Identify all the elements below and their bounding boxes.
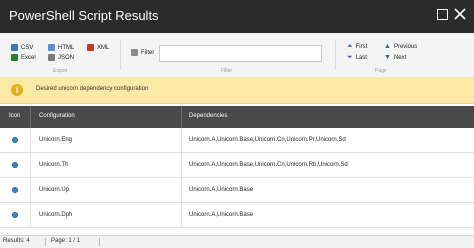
row-divider xyxy=(30,153,31,177)
column-divider[interactable] xyxy=(30,106,31,128)
row-status-icon xyxy=(12,187,18,193)
csv-icon xyxy=(11,44,18,51)
export-group-label: Export xyxy=(53,68,68,74)
export-xml-button[interactable]: XML xyxy=(87,43,109,52)
ribbon-divider xyxy=(120,40,121,70)
table-row[interactable]: Unicorn.Dph Unicorn.A,Unicorn.Base xyxy=(0,203,474,228)
grid-header: Icon Configuration Dependencies xyxy=(0,106,474,128)
previous-page-label: Previous xyxy=(393,43,418,50)
row-status-icon xyxy=(12,212,18,218)
export-json-label: JSON xyxy=(58,54,75,61)
export-csv-button[interactable]: CSV xyxy=(11,43,33,52)
previous-icon: ▲ xyxy=(384,43,391,50)
maximize-icon xyxy=(437,9,448,20)
configuration-cell: Unicorn.Th xyxy=(39,162,69,168)
filter-group-label: Filter xyxy=(221,68,233,74)
column-header-dependencies[interactable]: Dependencies xyxy=(189,113,227,119)
table-row[interactable]: Unicorn.Up Unicorn.A,Unicorn.Base xyxy=(0,178,474,203)
row-divider xyxy=(30,178,31,202)
excel-icon xyxy=(11,54,18,61)
close-icon xyxy=(454,8,466,20)
export-excel-button[interactable]: Excel xyxy=(11,53,36,62)
row-divider xyxy=(30,203,31,227)
column-divider[interactable] xyxy=(181,106,182,128)
dependencies-cell: Unicorn.A,Unicorn.Base xyxy=(189,187,254,193)
page-indicator: Page: 1 / 1 xyxy=(51,238,81,244)
dependencies-cell: Unicorn.A,Unicorn.Base,Unicorn.Cn,Unicor… xyxy=(189,137,346,143)
row-divider xyxy=(181,153,182,177)
dependencies-cell: Unicorn.A,Unicorn.Base xyxy=(189,212,254,218)
next-page-button[interactable]: ▼ Next xyxy=(384,53,406,62)
filter-label-text: Filter xyxy=(141,49,155,56)
filter-label: Filter xyxy=(131,48,154,57)
title-bar: PowerShell Script Results xyxy=(0,0,474,33)
previous-page-button[interactable]: ▲ Previous xyxy=(384,42,417,51)
status-divider xyxy=(45,238,46,246)
maximize-button[interactable] xyxy=(436,8,450,22)
export-excel-label: Excel xyxy=(21,54,36,61)
next-icon: ▼ xyxy=(384,54,391,61)
first-icon: ⏶ xyxy=(347,43,353,50)
xml-icon xyxy=(87,44,94,51)
html-icon xyxy=(48,44,55,51)
json-icon xyxy=(48,54,55,61)
row-divider xyxy=(181,203,182,227)
filter-icon xyxy=(131,49,138,56)
close-button[interactable] xyxy=(454,8,468,22)
last-page-label: Last xyxy=(355,54,367,61)
page-group-label: Page xyxy=(375,68,387,74)
status-divider xyxy=(99,238,100,246)
configuration-cell: Unicorn.Eng xyxy=(39,137,73,143)
column-header-icon[interactable]: Icon xyxy=(9,113,20,119)
banner-text: Desired unicorn dependency configuration xyxy=(36,86,149,92)
table-row[interactable]: Unicorn.Th Unicorn.A,Unicorn.Base,Unicor… xyxy=(0,153,474,178)
export-xml-label: XML xyxy=(97,44,110,51)
last-page-button[interactable]: ⏷ Last xyxy=(347,53,367,62)
first-page-label: First xyxy=(355,43,368,50)
column-header-configuration[interactable]: Configuration xyxy=(39,113,75,119)
results-count: Results: 4 xyxy=(3,238,30,244)
configuration-cell: Unicorn.Dph xyxy=(39,212,73,218)
export-html-label: HTML xyxy=(58,44,75,51)
row-status-icon xyxy=(12,162,18,168)
row-divider xyxy=(30,128,31,152)
export-json-button[interactable]: JSON xyxy=(48,53,74,62)
row-divider xyxy=(181,178,182,202)
row-status-icon xyxy=(12,137,18,143)
next-page-label: Next xyxy=(393,54,407,61)
window-title: PowerShell Script Results xyxy=(9,8,159,23)
filter-input[interactable] xyxy=(159,45,322,62)
first-page-button[interactable]: ⏶ First xyxy=(347,42,367,51)
info-icon: i xyxy=(11,84,23,96)
status-bar: Results: 4 Page: 1 / 1 xyxy=(0,235,474,248)
row-divider xyxy=(181,128,182,152)
export-html-button[interactable]: HTML xyxy=(48,43,74,52)
configuration-cell: Unicorn.Up xyxy=(39,187,70,193)
export-csv-label: CSV xyxy=(21,44,34,51)
table-row[interactable]: Unicorn.Eng Unicorn.A,Unicorn.Base,Unico… xyxy=(0,128,474,153)
last-icon: ⏷ xyxy=(347,54,353,61)
ribbon-divider xyxy=(335,40,336,70)
dependencies-cell: Unicorn.A,Unicorn.Base,Unicorn.Cn,Unicor… xyxy=(189,162,348,168)
